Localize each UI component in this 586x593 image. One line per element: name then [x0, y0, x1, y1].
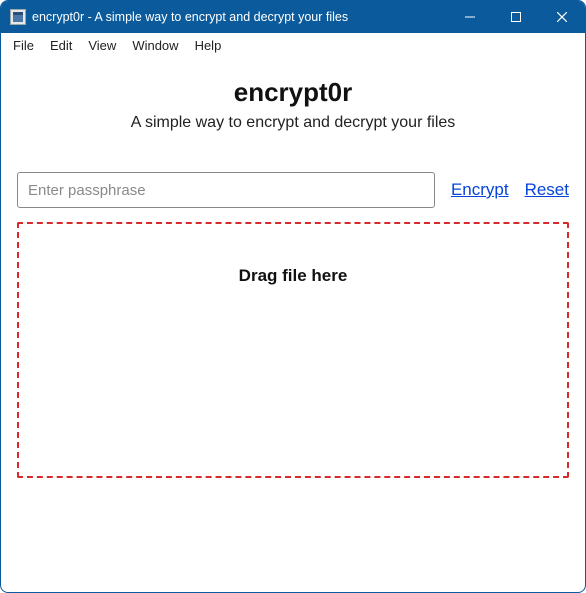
passphrase-row: Encrypt Reset [17, 172, 569, 208]
app-window: encrypt0r - A simple way to encrypt and … [0, 0, 586, 593]
passphrase-input[interactable] [17, 172, 435, 208]
close-icon [557, 12, 567, 22]
close-button[interactable] [539, 1, 585, 33]
page-subtitle: A simple way to encrypt and decrypt your… [17, 114, 569, 132]
minimize-button[interactable] [447, 1, 493, 33]
window-title: encrypt0r - A simple way to encrypt and … [32, 10, 348, 24]
page-title: encrypt0r [17, 77, 569, 108]
file-dropzone[interactable]: Drag file here [17, 222, 569, 478]
menubar: File Edit View Window Help [1, 33, 585, 57]
menu-file[interactable]: File [5, 36, 42, 55]
maximize-icon [511, 12, 521, 22]
reset-button[interactable]: Reset [525, 180, 569, 200]
window-controls [447, 1, 585, 33]
content-area: encrypt0r A simple way to encrypt and de… [1, 57, 585, 592]
titlebar[interactable]: encrypt0r - A simple way to encrypt and … [1, 1, 585, 33]
app-icon [10, 9, 26, 25]
menu-edit[interactable]: Edit [42, 36, 80, 55]
dropzone-label: Drag file here [239, 266, 348, 476]
menu-help[interactable]: Help [187, 36, 230, 55]
minimize-icon [465, 12, 475, 22]
encrypt-button[interactable]: Encrypt [451, 180, 509, 200]
menu-view[interactable]: View [80, 36, 124, 55]
maximize-button[interactable] [493, 1, 539, 33]
menu-window[interactable]: Window [124, 36, 186, 55]
